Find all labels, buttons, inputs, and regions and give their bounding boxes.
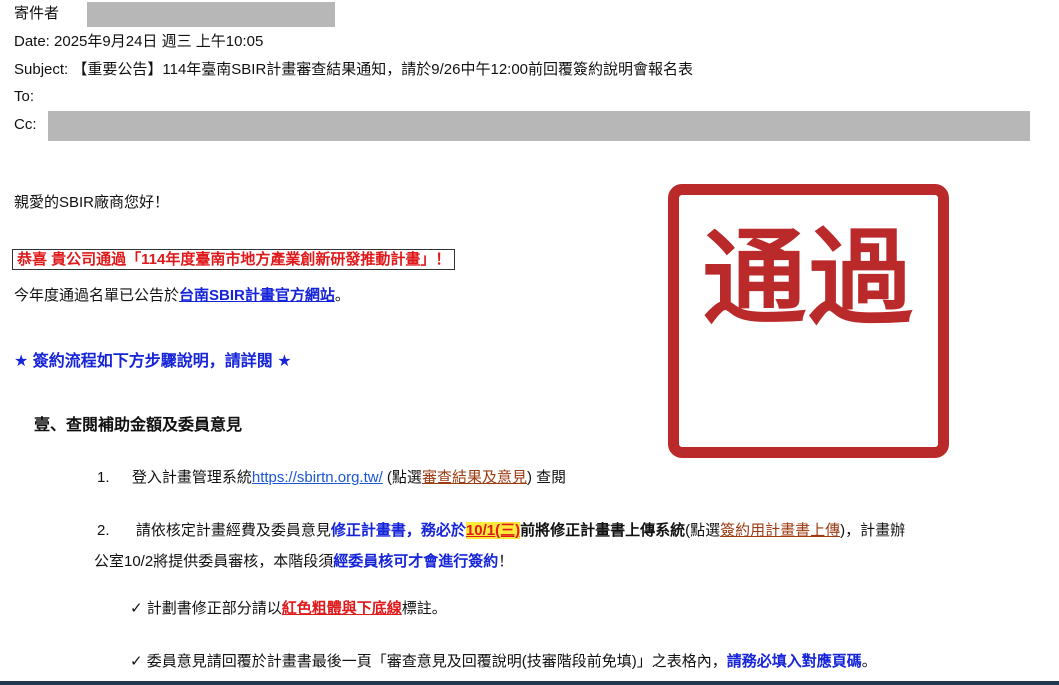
section1-title: 壹、查閱補助金額及委員意見 — [34, 417, 243, 434]
step2-p1: 請依核定計畫經費及委員意見 — [135, 522, 331, 539]
system-link[interactable]: https://sbirtn.org.tw/ — [252, 469, 383, 486]
bottom-border — [0, 681, 1059, 685]
check2-suffix: 。 — [861, 653, 877, 670]
deadline-date: 10/1(三) — [465, 522, 521, 539]
check-icon: ✓ — [130, 600, 143, 617]
from-label: 寄件者 — [14, 5, 60, 22]
date-line: Date: 2025年9月24日 週三 上午10:05 — [14, 33, 264, 50]
step2-line2: 公室10/2將提供委員審核，本階段須經委員核可才會進行簽約！ — [94, 551, 513, 573]
step1-num: 1. — [97, 469, 110, 486]
to-label: To: — [14, 88, 35, 105]
step2-line2-prefix: 公室10/2將提供委員審核，本階段須 — [94, 553, 334, 570]
approved-stamp: 通過 — [668, 184, 949, 458]
check2-prefix: 委員意見請回覆於計畫書最後一頁「審查意見及回覆說明(技審階段前免填)」之表格內， — [146, 653, 727, 670]
announce-suffix: 。 — [334, 287, 350, 304]
greeting: 親愛的SBIR廠商您好！ — [14, 194, 170, 211]
congrats-line: 恭喜 貴公司通過「114年度臺南市地方產業創新研發推動計畫」！ — [12, 249, 456, 271]
check1-emph: 紅色粗體與下底線 — [281, 600, 402, 617]
plan-upload-link[interactable]: 簽約用計畫書上傳 — [720, 522, 840, 539]
step1-mid: (點選 — [382, 469, 422, 486]
step2-line2-bold: 經委員核可才會進行簽約 — [333, 553, 499, 570]
announce-prefix: 今年度通過名單已公告於 — [14, 287, 180, 304]
stamp-text: 通過 — [702, 216, 915, 339]
step2-bold1: 修正計畫書，務必於 — [330, 522, 466, 539]
step1-suffix: ) 查閱 — [526, 469, 567, 486]
check-icon: ✓ — [130, 653, 143, 670]
step2-line1: 2. 請依核定計畫經費及委員意見修正計畫書，務必於10/1(三)前將修正計畫書上… — [97, 520, 905, 542]
check-item-1: ✓ 計劃書修正部分請以紅色粗體與下底線標註。 — [130, 598, 447, 620]
subject-line: Subject: 【重要公告】114年臺南SBIR計畫審查結果通知，請於9/26… — [14, 61, 694, 78]
step2-p3: )，計畫辦 — [840, 522, 906, 539]
redacted-sender — [87, 2, 335, 27]
step1: 1. 登入計畫管理系統https://sbirtn.org.tw/ (點選審查結… — [97, 467, 566, 489]
check2-emph: 請務必填入對應頁碼 — [726, 653, 862, 670]
redacted-cc — [48, 111, 1030, 141]
step2-line2-suffix: ！ — [498, 553, 514, 570]
check1-suffix: 標註。 — [401, 600, 447, 617]
cc-label: Cc: — [14, 116, 37, 133]
check-item-2: ✓ 委員意見請回覆於計畫書最後一頁「審查意見及回覆說明(技審階段前免填)」之表格… — [130, 651, 877, 673]
official-site-link[interactable]: 台南SBIR計畫官方網站 — [179, 287, 335, 304]
step2-bold2: 前將修正計畫書上傳系統 — [520, 522, 686, 539]
congrats-text: 恭喜 貴公司通過「114年度臺南市地方產業創新研發推動計畫」！ — [12, 249, 456, 270]
review-results-link[interactable]: 審查結果及意見 — [422, 469, 527, 486]
announce-line: 今年度通過名單已公告於台南SBIR計畫官方網站。 — [14, 285, 350, 307]
step2-num: 2. — [97, 522, 110, 539]
check1-prefix: 計劃書修正部分請以 — [146, 600, 282, 617]
process-title: ★ 簽約流程如下方步驟說明，請詳閱 ★ — [14, 353, 292, 370]
step2-p2: (點選 — [685, 522, 721, 539]
step1-prefix: 登入計畫管理系統 — [131, 469, 252, 486]
